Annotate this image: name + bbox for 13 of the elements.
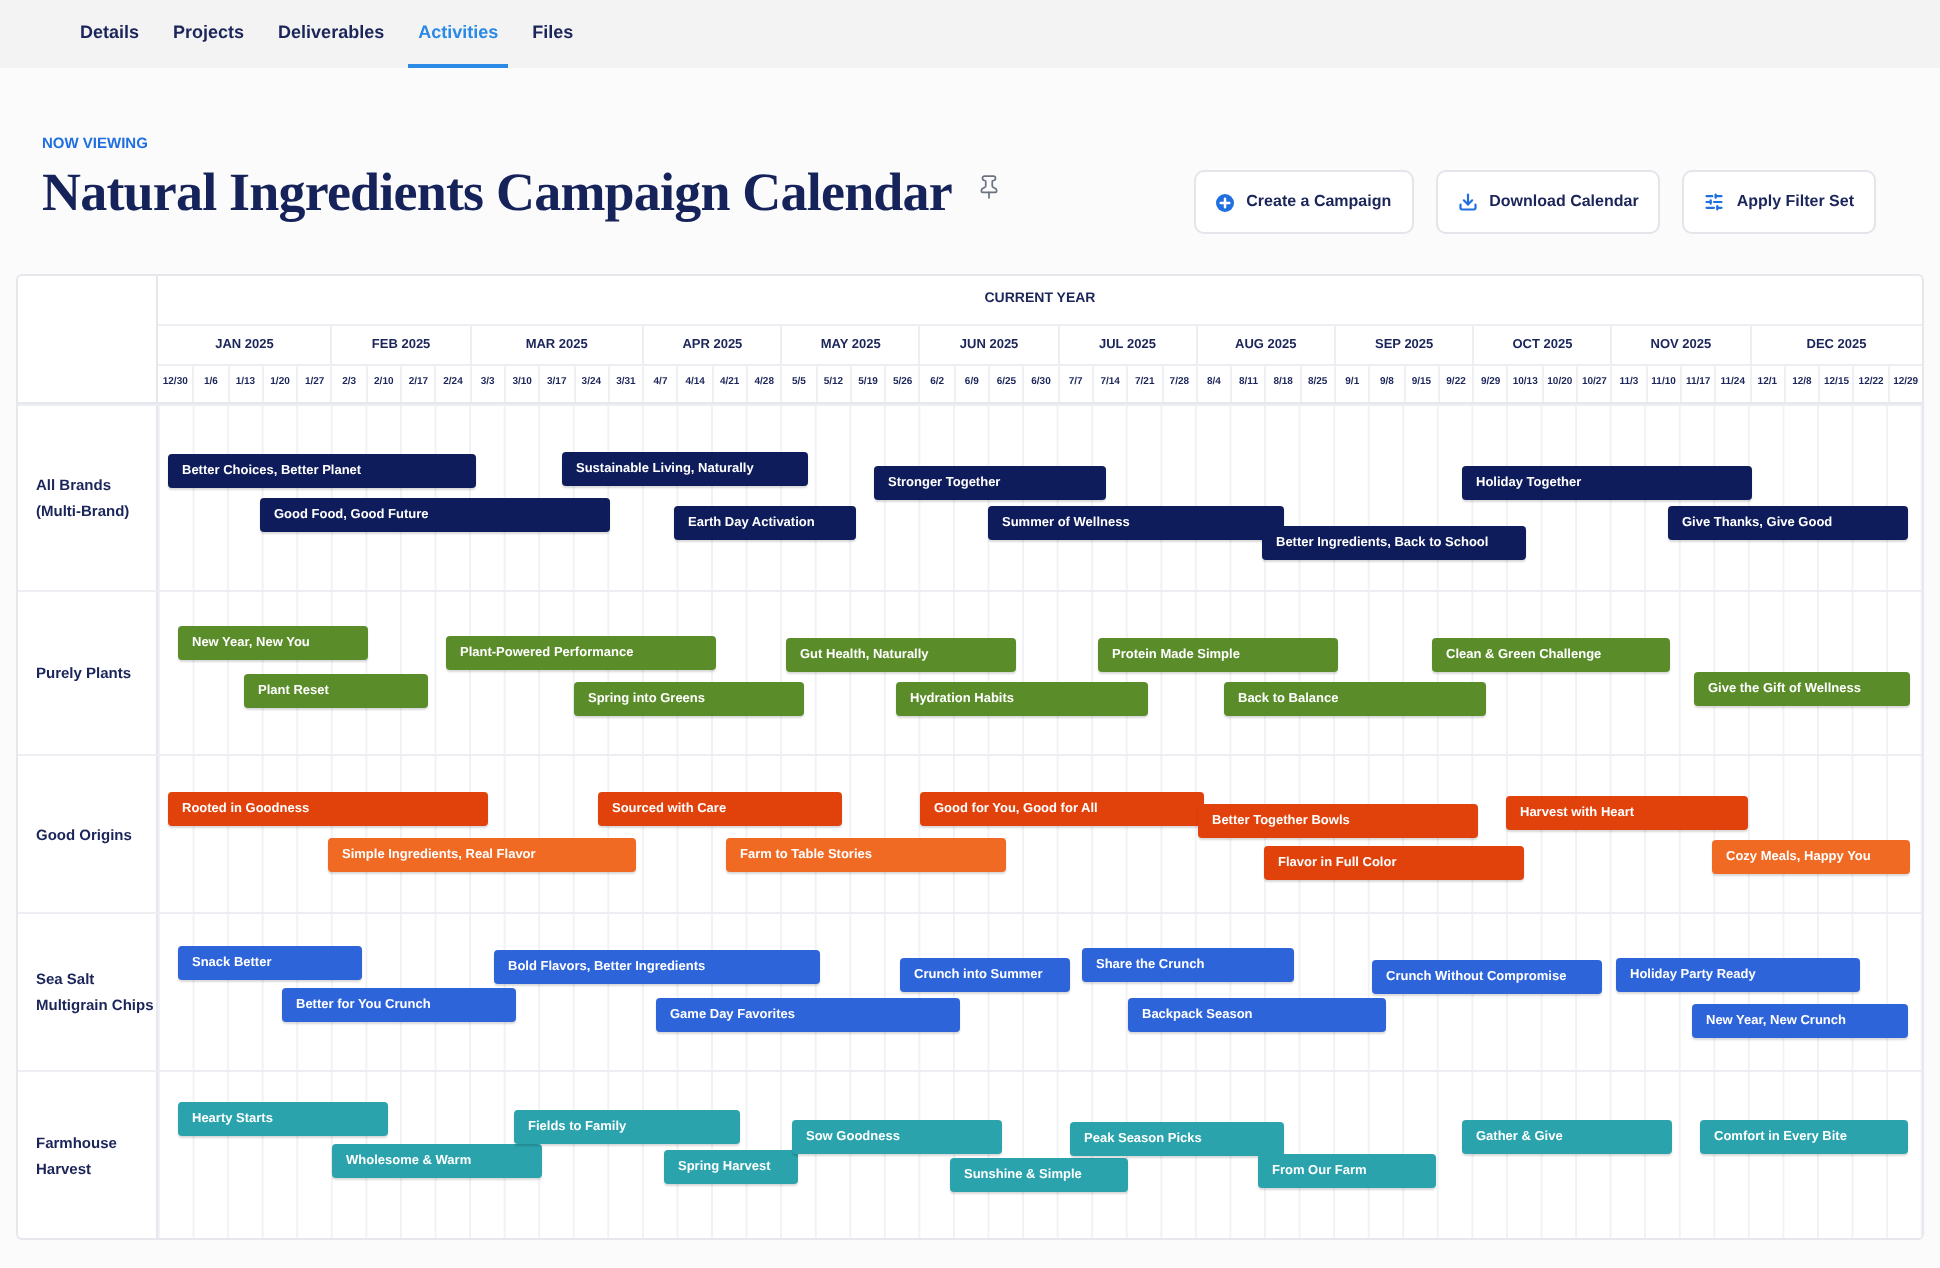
tab[interactable]: Deliverables — [268, 0, 395, 68]
page-title: Natural Ingredients Campaign Calendar — [42, 160, 952, 224]
tab[interactable]: Activities — [408, 0, 509, 68]
plus-circle-icon — [1216, 193, 1235, 211]
sliders-icon — [1704, 192, 1725, 212]
tab[interactable]: Details — [70, 0, 150, 68]
download-icon — [1457, 192, 1478, 212]
filter-set-button[interactable]: Apply Filter Set — [1682, 170, 1876, 234]
create-campaign-button[interactable]: Create a Campaign — [1194, 170, 1414, 234]
pin-icon[interactable] — [976, 173, 1002, 199]
tab[interactable]: Files — [522, 0, 584, 68]
download-calendar-button[interactable]: Download Calendar — [1435, 170, 1661, 234]
tab[interactable]: Projects — [163, 0, 255, 68]
